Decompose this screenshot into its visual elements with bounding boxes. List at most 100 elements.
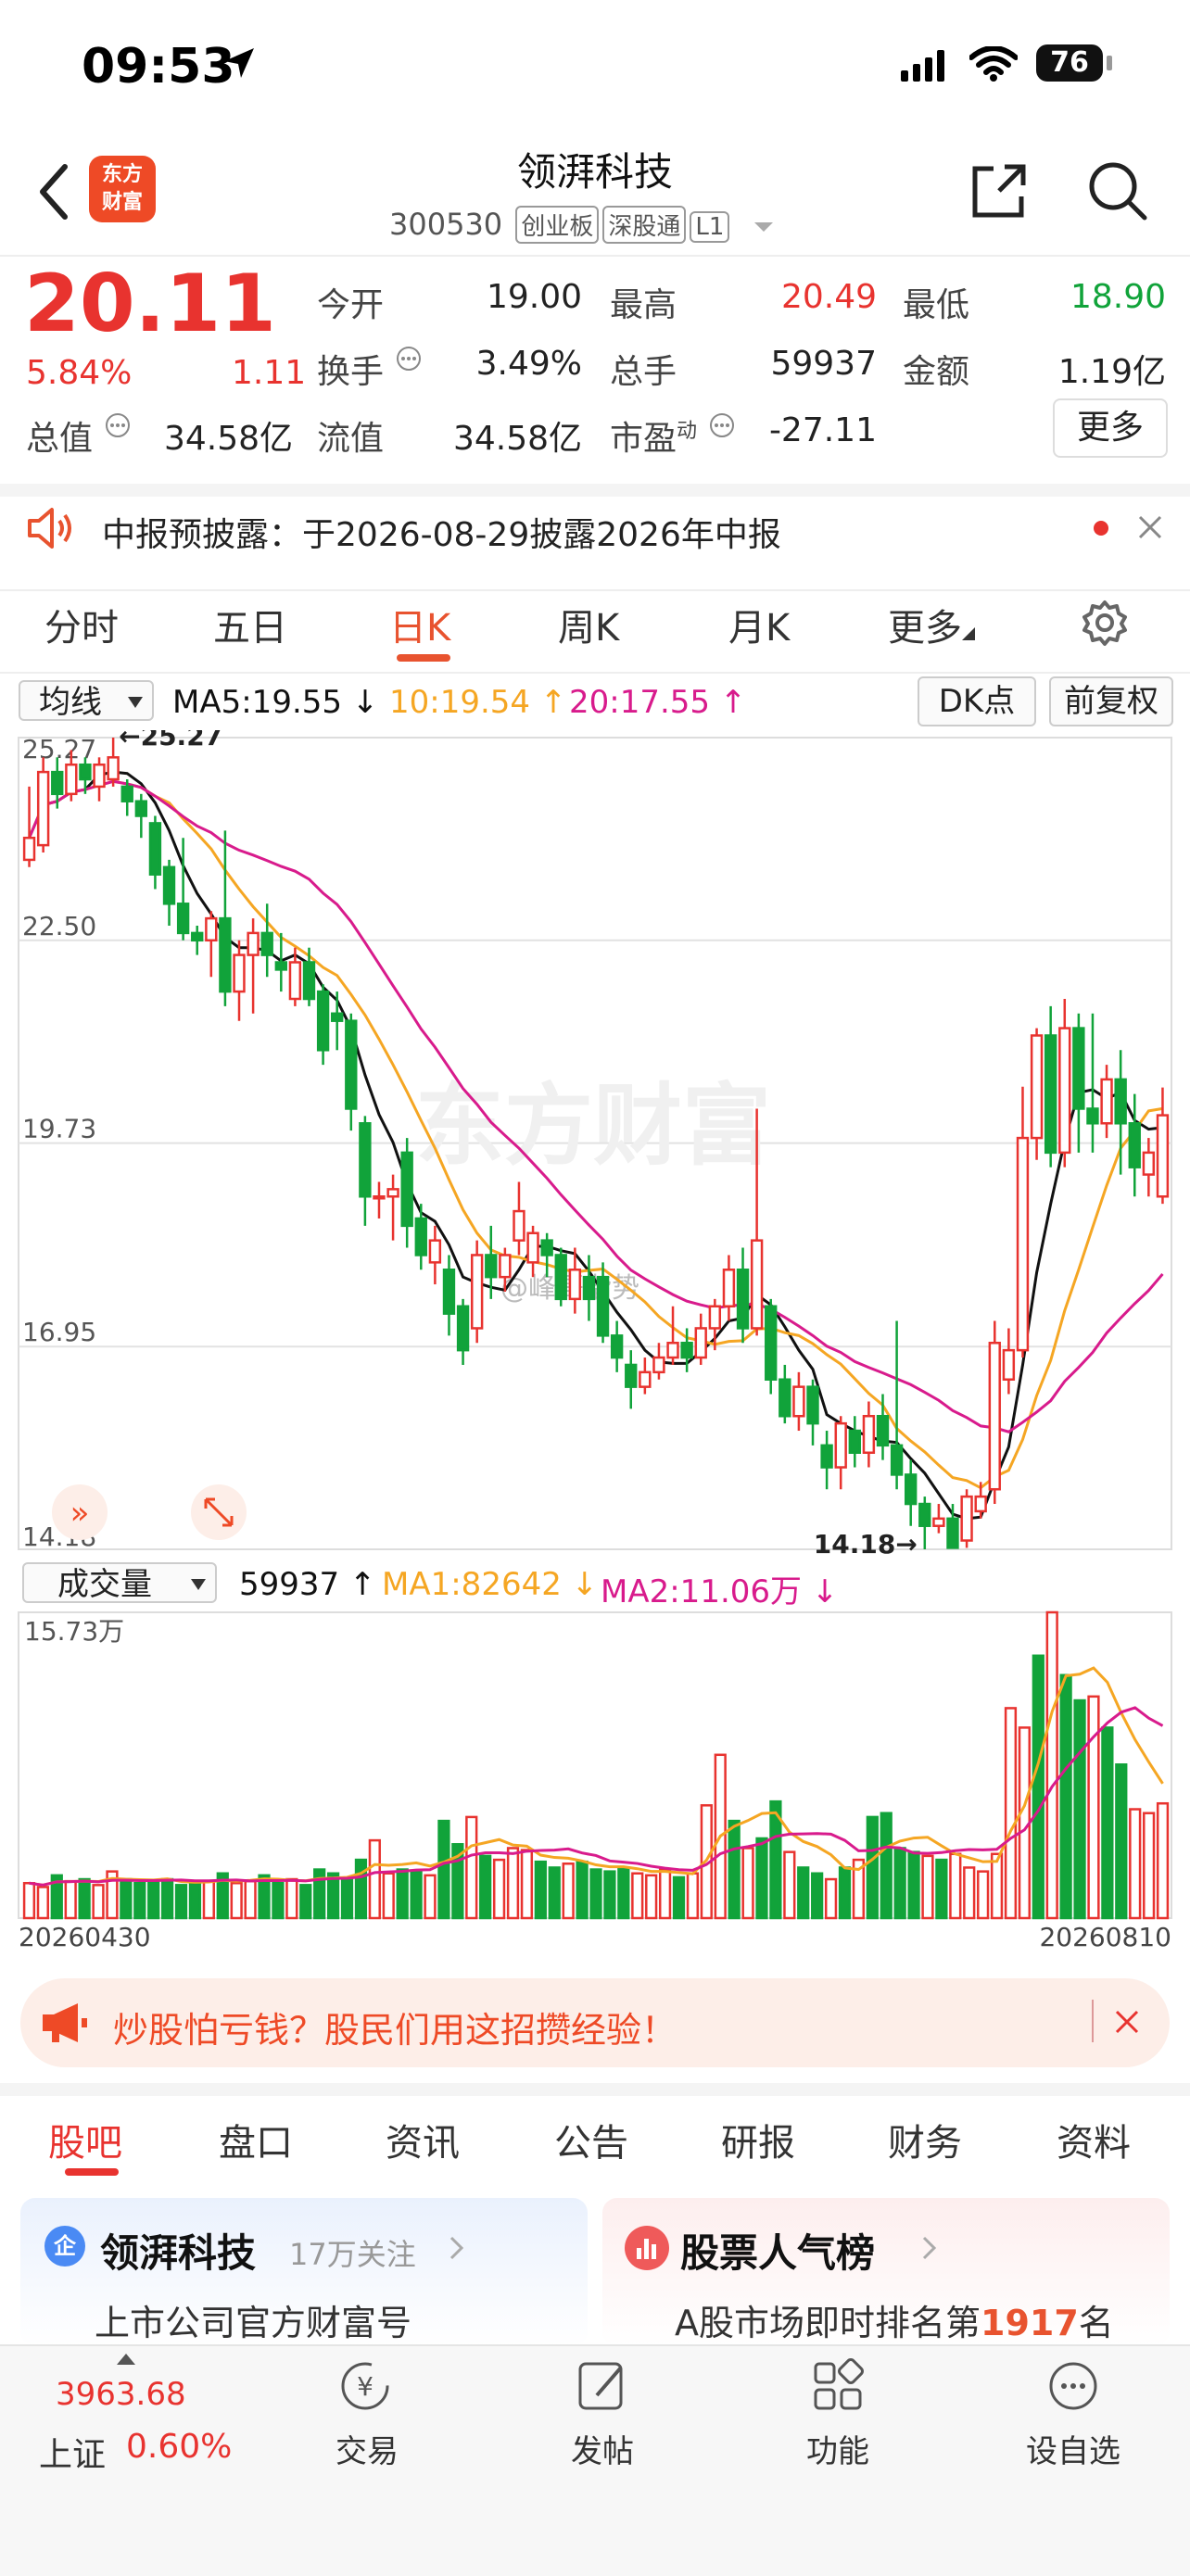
settings-gear-icon[interactable] (1081, 599, 1129, 647)
candle (93, 763, 106, 789)
volume-bar (645, 1874, 658, 1920)
volume-bar (285, 1877, 298, 1920)
adjust-button[interactable]: 前复权 (1049, 676, 1173, 726)
dropdown-caret-icon (753, 222, 773, 232)
tab-more[interactable]: 更多 (888, 598, 975, 651)
battery-level: 76 (1050, 46, 1089, 79)
candle (331, 1012, 344, 1022)
candle (1142, 1151, 1156, 1176)
stock-code-row[interactable]: 300530 创业板 深股通 L1 (389, 206, 775, 244)
candle (905, 1473, 918, 1506)
trade-icon[interactable]: ¥ (337, 2358, 393, 2414)
pe-info-icon[interactable] (708, 411, 736, 439)
high-value: 20.49 (780, 278, 877, 316)
volume-bar (907, 1850, 920, 1920)
popularity-card-title: 股票人气榜 (680, 2230, 876, 2276)
volume-bar (368, 1838, 381, 1920)
candle (1002, 1348, 1016, 1381)
volume-bar (990, 1852, 1004, 1920)
candle (1156, 1114, 1170, 1198)
candle (386, 1188, 399, 1198)
dock-trade[interactable]: 交易 (293, 2426, 441, 2471)
popularity-rank-text: A股市场即时排名第1917名 (675, 2303, 1114, 2343)
volume-bar (534, 1860, 547, 1920)
collapse-button[interactable]: » (52, 1484, 108, 1540)
turnover-info-icon[interactable] (395, 345, 423, 373)
volume-bar (728, 1819, 741, 1920)
volume-bar (36, 1886, 49, 1920)
company-card-title: 领湃科技 (100, 2230, 257, 2276)
candle (359, 1122, 372, 1198)
unread-dot (1094, 521, 1108, 536)
tab-news[interactable]: 资讯 (386, 2113, 460, 2166)
candle (134, 800, 148, 817)
pe-label: 市盈动 (610, 420, 698, 458)
dk-point-button[interactable]: DK点 (918, 676, 1036, 726)
volume-bar (479, 1854, 492, 1920)
share-icon[interactable] (968, 159, 1031, 222)
info-icon[interactable] (104, 411, 132, 439)
candle (400, 1151, 413, 1228)
volume-bar (783, 1850, 796, 1920)
post-icon[interactable] (575, 2358, 630, 2414)
tab-monthly-k[interactable]: 月K (728, 598, 790, 651)
volume-bar (202, 1879, 215, 1920)
more-quote-button[interactable]: 更多 (1053, 398, 1168, 458)
volume-bar (160, 1877, 174, 1920)
candle (639, 1370, 652, 1388)
tab-weekly-k[interactable]: 周K (558, 598, 619, 651)
status-time: 09:53 (82, 39, 235, 95)
index-value[interactable]: 3963.68 (56, 2376, 186, 2413)
expand-up-icon[interactable] (117, 2352, 135, 2365)
volume-bar (1143, 1812, 1156, 1920)
tab-five-day[interactable]: 五日 (213, 598, 287, 651)
tab-profile[interactable]: 资料 (1057, 2113, 1131, 2166)
volume-bar (188, 1881, 202, 1920)
volume-indicator-select[interactable]: 成交量 (22, 1562, 217, 1603)
candle (345, 1019, 358, 1110)
candle (834, 1421, 847, 1469)
tab-announcement[interactable]: 公告 (554, 2113, 628, 2166)
tab-intraday[interactable]: 分时 (44, 598, 119, 651)
tab-guba[interactable]: 股吧 (48, 2113, 122, 2166)
volume-ma2: MA2:11.06万 ↓ (601, 1573, 839, 1610)
volume-bar (1156, 1801, 1170, 1920)
volume-bar (1045, 1610, 1058, 1920)
tab-research[interactable]: 研报 (721, 2113, 795, 2166)
tab-finance[interactable]: 财务 (888, 2113, 962, 2166)
ad-close-icon[interactable] (1114, 2009, 1140, 2035)
volume-bar (755, 1837, 768, 1920)
dock-add-watchlist[interactable]: 设自选 (999, 2426, 1147, 2471)
fullscreen-button[interactable] (191, 1484, 247, 1540)
indicator-select[interactable]: 均线 (19, 680, 154, 721)
volume-bar (1087, 1695, 1100, 1920)
volume-bar (78, 1877, 91, 1920)
candle (513, 1209, 525, 1242)
volume-bar (465, 1815, 478, 1920)
volume-bar (963, 1866, 976, 1920)
close-icon[interactable] (1136, 513, 1164, 541)
search-icon[interactable] (1086, 159, 1149, 222)
dock-functions[interactable]: 功能 (764, 2426, 912, 2471)
dock-post[interactable]: 发帖 (528, 2426, 677, 2471)
volume-max-label: 15.73万 (24, 1616, 124, 1647)
candle (582, 1275, 596, 1301)
volume-bar (838, 1866, 852, 1920)
candle (120, 785, 133, 802)
candle (765, 1305, 778, 1381)
volume-bar (92, 1884, 105, 1920)
volume-value: 59937 ↑ (239, 1566, 376, 1603)
tab-daily-k[interactable]: 日K (389, 598, 450, 651)
volume-chart[interactable]: 15.73万 20260430 20260810 (0, 1609, 1190, 1955)
volume-bar (1115, 1763, 1128, 1920)
functions-icon[interactable] (810, 2358, 866, 2414)
volume-bar (603, 1870, 616, 1920)
candle (22, 836, 36, 862)
candle (540, 1239, 553, 1256)
candle (107, 756, 120, 781)
board-tag: 创业板 (515, 206, 600, 244)
tab-pankou[interactable]: 盘口 (219, 2113, 293, 2166)
add-watchlist-icon[interactable] (1045, 2358, 1101, 2414)
candle (219, 916, 232, 993)
kline-chart[interactable]: 25.2722.5019.7316.9514.18东方财富@峰哥偕势←25.27… (0, 730, 1190, 1557)
